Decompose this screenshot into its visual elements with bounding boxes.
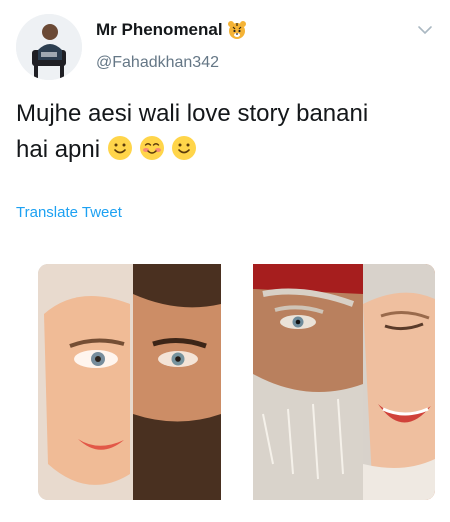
name-row: Mr Phenomenal (96, 20, 247, 40)
elderly-couple-photo[interactable] (253, 264, 435, 500)
tiger-face-icon (227, 21, 246, 39)
display-name[interactable]: Mr Phenomenal (96, 20, 223, 40)
tweet-text: Mujhe aesi wali love story banani hai ap… (16, 96, 436, 168)
tweet-text-line-2: hai apni (16, 132, 436, 168)
smiling-face-with-blush-icon (139, 136, 164, 160)
slightly-smiling-face-icon (107, 136, 132, 160)
tweet-text-line-2-words: hai apni (16, 136, 101, 163)
elderly-couple-image (253, 264, 435, 500)
avatar-image (16, 14, 82, 80)
chevron-down-icon[interactable] (416, 24, 434, 36)
user-handle[interactable]: @Fahadkhan342 (96, 54, 219, 72)
young-couple-photo[interactable] (38, 264, 221, 500)
tweet-card: Mr Phenomenal @Fahadkhan342 Mujhe aesi w… (0, 0, 450, 522)
avatar[interactable] (16, 14, 82, 80)
slightly-smiling-face-icon (171, 136, 196, 160)
young-couple-image (38, 264, 221, 500)
tweet-text-line-1: Mujhe aesi wali love story banani (16, 100, 369, 127)
translate-tweet-link[interactable]: Translate Tweet (16, 204, 122, 221)
